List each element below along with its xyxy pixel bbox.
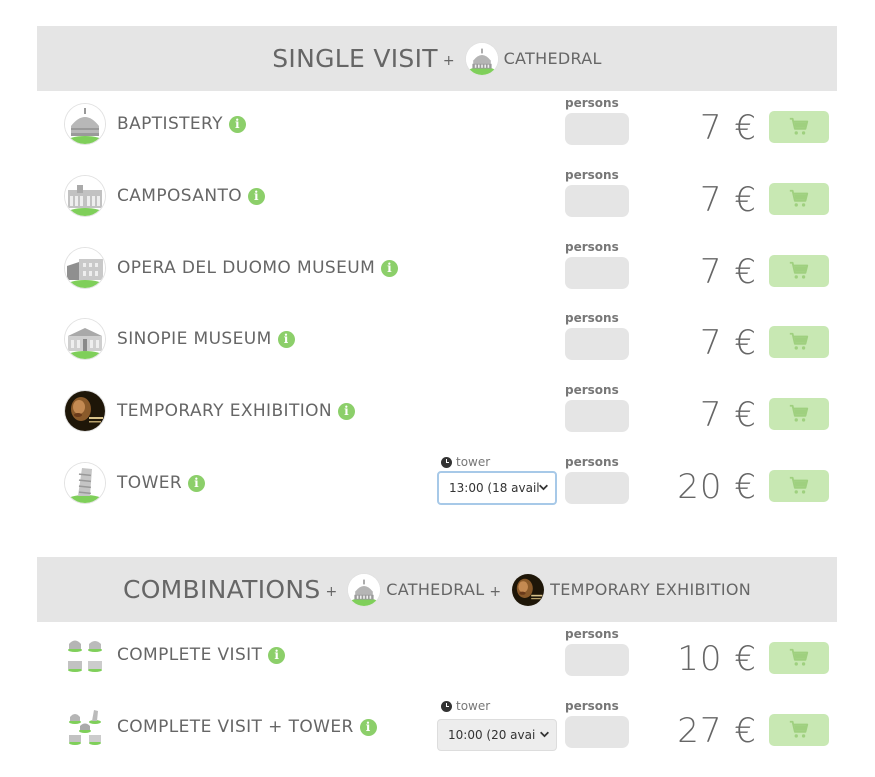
add-to-cart-button[interactable] bbox=[769, 642, 829, 674]
info-icon[interactable]: i bbox=[338, 402, 356, 420]
clock-icon bbox=[441, 700, 452, 712]
info-icon[interactable]: i bbox=[248, 187, 266, 205]
combinations-title: COMBINATIONS bbox=[122, 575, 321, 604]
persons-label: persons bbox=[565, 311, 619, 325]
ticket-row-opera-del-duomo: OPERA DEL DUOMO MUSEUM i persons 7 € bbox=[0, 240, 875, 318]
cart-icon bbox=[788, 403, 810, 425]
exhibition-label: TEMPORARY EXHIBITION bbox=[550, 580, 752, 599]
add-to-cart-button[interactable] bbox=[769, 714, 829, 746]
persons-input[interactable] bbox=[565, 644, 629, 676]
cathedral-label: CATHEDRAL bbox=[503, 49, 602, 68]
info-icon[interactable]: i bbox=[188, 474, 206, 492]
cart-icon bbox=[788, 647, 810, 669]
persons-label: persons bbox=[565, 168, 619, 182]
plus-sign: + bbox=[489, 583, 502, 600]
complete-visit-icon bbox=[65, 635, 105, 675]
ticket-row-tower: TOWER i tower 13:00 (18 avail persons 20… bbox=[0, 455, 875, 533]
cart-icon bbox=[788, 188, 810, 210]
exhibition-icon bbox=[65, 391, 105, 431]
add-to-cart-button[interactable] bbox=[769, 398, 829, 430]
cart-icon bbox=[788, 475, 810, 497]
add-to-cart-button[interactable] bbox=[769, 111, 829, 143]
price: 7 € bbox=[699, 252, 757, 292]
add-to-cart-button[interactable] bbox=[769, 470, 829, 502]
add-to-cart-button[interactable] bbox=[769, 255, 829, 287]
ticket-row-baptistery: BAPTISTERY i persons 7 € bbox=[0, 96, 875, 174]
ticket-row-complete-visit-tower: COMPLETE VISIT + TOWER i tower 10:00 (20… bbox=[0, 699, 875, 777]
persons-label: persons bbox=[565, 699, 619, 713]
tower-time-label: tower bbox=[441, 699, 490, 713]
baptistery-icon bbox=[65, 104, 105, 144]
ticket-row-temporary-exhibition: TEMPORARY EXHIBITION i persons 7 € bbox=[0, 383, 875, 461]
tower-time-select[interactable]: 13:00 (18 avail bbox=[437, 471, 557, 505]
persons-input[interactable] bbox=[565, 716, 629, 748]
info-icon[interactable]: i bbox=[359, 718, 377, 736]
price: 7 € bbox=[699, 323, 757, 363]
ticket-title: BAPTISTERY i bbox=[117, 114, 246, 134]
chevron-down-icon bbox=[538, 482, 549, 493]
ticket-row-complete-visit: COMPLETE VISIT i persons 10 € bbox=[0, 627, 875, 705]
ticket-title: OPERA DEL DUOMO MUSEUM i bbox=[117, 258, 399, 278]
add-to-cart-button[interactable] bbox=[769, 326, 829, 358]
persons-input[interactable] bbox=[565, 257, 629, 289]
persons-label: persons bbox=[565, 383, 619, 397]
persons-label: persons bbox=[565, 240, 619, 254]
cathedral-icon bbox=[465, 42, 498, 75]
ticket-row-camposanto: CAMPOSANTO i persons 7 € bbox=[0, 168, 875, 246]
price: 7 € bbox=[699, 180, 757, 220]
clock-icon bbox=[441, 456, 452, 468]
persons-input[interactable] bbox=[565, 185, 629, 217]
price: 27 € bbox=[677, 711, 757, 751]
combinations-header: COMBINATIONS + CATHEDRAL + TEMPORARY EXH… bbox=[37, 557, 837, 622]
tower-icon bbox=[65, 463, 105, 503]
ticket-row-sinopie: SINOPIE MUSEUM i persons 7 € bbox=[0, 311, 875, 389]
info-icon[interactable]: i bbox=[277, 330, 295, 348]
price: 7 € bbox=[699, 395, 757, 435]
persons-label: persons bbox=[565, 455, 619, 469]
sinopie-museum-icon bbox=[65, 319, 105, 359]
cathedral-icon bbox=[348, 573, 381, 606]
ticket-title: CAMPOSANTO i bbox=[117, 186, 266, 206]
single-visit-header: SINGLE VISIT + CATHEDRAL bbox=[37, 26, 837, 91]
persons-label: persons bbox=[565, 627, 619, 641]
camposanto-icon bbox=[65, 176, 105, 216]
info-icon[interactable]: i bbox=[381, 259, 399, 277]
persons-input[interactable] bbox=[565, 400, 629, 432]
info-icon[interactable]: i bbox=[268, 646, 286, 664]
persons-input[interactable] bbox=[565, 328, 629, 360]
tower-time-select[interactable]: 10:00 (20 avai bbox=[437, 719, 557, 751]
tower-time-label: tower bbox=[441, 455, 490, 469]
cart-icon bbox=[788, 260, 810, 282]
persons-input[interactable] bbox=[565, 113, 629, 145]
chevron-down-icon bbox=[539, 729, 550, 740]
exhibition-icon bbox=[512, 573, 545, 606]
single-visit-title: SINGLE VISIT bbox=[272, 44, 438, 73]
info-icon[interactable]: i bbox=[228, 115, 246, 133]
ticket-title: SINOPIE MUSEUM i bbox=[117, 329, 295, 349]
plus-sign: + bbox=[442, 52, 455, 69]
ticket-title: COMPLETE VISIT i bbox=[117, 645, 286, 665]
persons-label: persons bbox=[565, 96, 619, 110]
price: 7 € bbox=[699, 108, 757, 148]
cart-icon bbox=[788, 116, 810, 138]
opera-museum-icon bbox=[65, 248, 105, 288]
cart-icon bbox=[788, 331, 810, 353]
ticket-title: TOWER i bbox=[117, 473, 206, 493]
add-to-cart-button[interactable] bbox=[769, 183, 829, 215]
price: 20 € bbox=[677, 467, 757, 507]
persons-input[interactable] bbox=[565, 472, 629, 504]
cathedral-label: CATHEDRAL bbox=[386, 580, 485, 599]
complete-visit-tower-icon bbox=[65, 707, 105, 747]
ticket-title: COMPLETE VISIT + TOWER i bbox=[117, 717, 377, 737]
cart-icon bbox=[788, 719, 810, 741]
price: 10 € bbox=[677, 639, 757, 679]
ticket-title: TEMPORARY EXHIBITION i bbox=[117, 401, 356, 421]
plus-sign: + bbox=[325, 583, 338, 600]
